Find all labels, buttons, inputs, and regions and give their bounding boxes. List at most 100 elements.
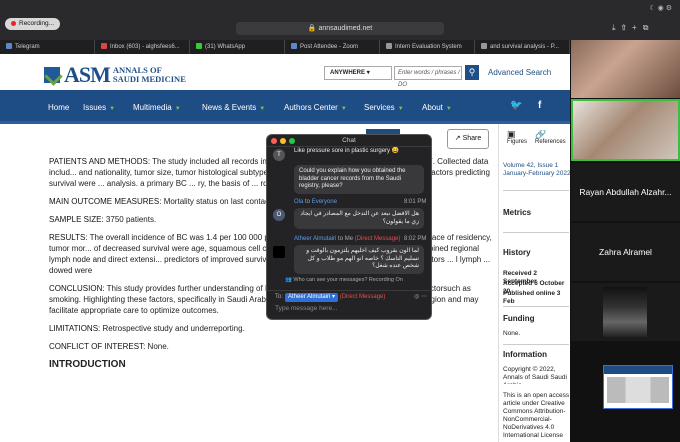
tab-zoom[interactable]: Post Attendee - Zoom [285,40,380,54]
chevron-down-icon: ▾ [366,70,370,76]
window-controls[interactable] [271,138,295,144]
participant-photo [603,287,647,337]
nav-services[interactable]: Services ▼ [364,103,404,112]
page-icon [481,43,487,50]
article-sidebar: ▣ Figures 🔗 References Volume 42, Issue 1 … [498,124,570,442]
screen-share-thumbnail[interactable] [603,365,673,409]
abstract-conflict: CONFLICT OF INTEREST: None. [49,341,494,352]
divider [503,306,569,307]
section-text: Mortality status on last contac... [163,197,276,206]
search-icon: ⚲ [468,67,476,77]
browser-action-icons[interactable]: ⤓⇧+⧉ [612,23,654,33]
tab-intern-evaluation[interactable]: Intern Evaluation System [380,40,475,54]
chat-title: Chat [342,137,356,144]
search-button[interactable]: ⚲ [465,65,479,80]
nav-about[interactable]: About ▼ [422,103,452,112]
main-nav: Home Issues ▼ Multimedia ▼ News & Events ▼ … [0,90,570,124]
nav-label: Authors Center [284,103,338,112]
chevron-down-icon: ▼ [340,106,347,112]
nav-home[interactable]: Home [48,103,69,112]
participant-tile[interactable]: Zahra Alramel [571,223,680,281]
participant-video[interactable] [571,283,680,341]
nav-issues[interactable]: Issues ▼ [83,103,115,112]
message-time: 8:01 PM [404,199,427,205]
logo-mark-icon [44,67,60,83]
copyright-text: Copyright © 2022, Annals of Saudi Saudi … [503,366,567,384]
address-bar[interactable]: 🔒 annsaudimed.net [236,22,444,35]
references-link[interactable]: 🔗 References [535,130,569,146]
section-heading: MAIN OUTCOME MEASURES: [49,197,162,206]
chevron-down-icon: ▼ [259,106,266,112]
chat-message-meta: Atheer Almutairi to Me (Direct Message) … [294,236,426,242]
nav-label: Issues [83,103,107,112]
participant-photo [573,101,678,159]
issue-date: January-February 2022 [503,170,570,177]
close-icon[interactable] [271,138,277,144]
logo-text: ANNALS OF SAUDI MEDICINE [113,66,186,84]
chat-recipient-bar: To: Atheer Almutairi ▾ (Direct Message) ◎ … [267,290,431,303]
site-logo[interactable]: ASM ANNALS OF SAUDI MEDICINE [44,62,186,88]
funding-value: None. [503,330,521,337]
section-heading: PATIENTS AND METHODS: [49,157,151,166]
share-label: Share [462,135,482,142]
references-label: References [535,139,566,145]
direct-message-tag: (Direct Message) [354,236,401,242]
tab-label: Telegram [15,44,40,50]
participant-video-active[interactable] [571,99,680,161]
chat-input[interactable]: Type message here... [275,305,338,312]
facebook-icon[interactable]: f [538,100,541,111]
message-time: 8:02 PM [404,236,427,242]
tab-survival-analysis[interactable]: and survival analysis - P... [475,40,570,54]
section-text: None. [147,342,169,351]
to-word: to [305,199,311,205]
published-date: Published online 3 Feb [503,290,561,305]
divider [503,190,569,191]
nav-news-events[interactable]: News & Events ▼ [202,103,265,112]
share-button[interactable]: ↗ Share [447,129,489,149]
tab-label: Post Attendee - Zoom [300,44,359,50]
twitter-icon[interactable]: 🐦 [510,100,522,111]
tab-telegram[interactable]: Telegram [0,40,95,54]
chat-privacy-notice[interactable]: 👥 Who can see your messages? Recording O… [285,277,403,283]
license-text: This is an open access article under Cre… [503,392,570,439]
chat-titlebar: Chat [267,135,431,147]
nav-label: Services [364,103,395,112]
browser-toolbar: Recording... 🔒 annsaudimed.net ☾ ◉ ⚙ ⤓⇧+… [0,0,680,40]
advanced-search-link[interactable]: Advanced Search [488,68,551,77]
tab-label: and survival analysis - P... [490,44,559,50]
tab-label: Inbox (603) - alghsfees6... [110,44,180,50]
tab-whatsapp[interactable]: (31) WhatsApp [190,40,285,54]
logo-line2: SAUDI MEDICINE [112,74,186,84]
search-input[interactable]: Enter words / phrases / DO [394,66,462,88]
recipient-select[interactable]: Atheer Almutairi ▾ [285,293,339,302]
participant-tile[interactable]: Rayan Abdullah Alzahr... [571,163,680,221]
logo-short: ASM [64,62,111,87]
chat-message-meta: Ola to Everyone 8:01 PM [294,199,426,205]
nav-label: Home [48,103,70,112]
participant-video[interactable] [571,40,680,98]
figures-label: Figures [507,139,528,145]
section-text: 3750 patients. [105,215,157,224]
chat-message: هل الافضل نبعد عن التدخل مع المصادر في ا… [294,208,424,229]
tab-inbox[interactable]: Inbox (603) - alghsfees6... [95,40,190,54]
to-label: To: [275,294,284,300]
more-icon[interactable]: ◎ ⋯ [414,291,427,303]
zoom-icon [291,43,297,50]
section-text: Retrospective study and underreporting. [102,324,245,333]
avatar [273,246,285,258]
volume-link[interactable]: Volume 42, Issue 1 [503,162,570,170]
avatar: O [273,209,285,221]
participant-photo [571,40,680,98]
nav-multimedia[interactable]: Multimedia ▼ [133,103,181,112]
nav-authors-center[interactable]: Authors Center ▼ [284,103,347,112]
thumbnail-header [604,366,672,374]
search-scope-select[interactable]: ANYWHERE ▾ [324,66,392,80]
chat-message: Like pressure sore in plastic surgery 😀 [294,148,400,154]
participant-name: Rayan Abdullah Alzahr... [579,187,672,197]
section-heading: RESULTS: [49,233,88,242]
recording-badge[interactable]: Recording... [5,18,61,30]
maximize-icon[interactable] [289,138,295,144]
system-icons: ☾ ◉ ⚙ [649,5,672,12]
tab-label: (31) WhatsApp [205,44,246,50]
minimize-icon[interactable] [280,138,286,144]
